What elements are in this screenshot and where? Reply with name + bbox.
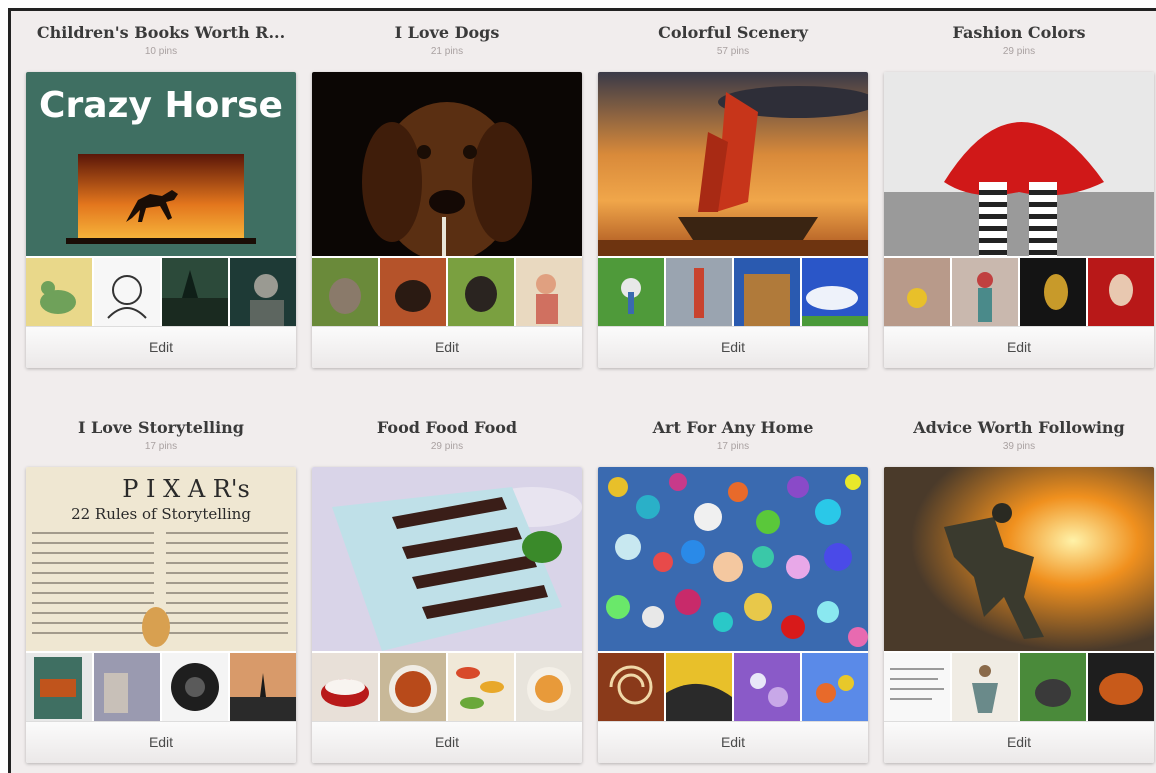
board-title[interactable]: I Love Storytelling: [26, 418, 296, 437]
board-pin-count: 10 pins: [144, 46, 178, 57]
thumbnail-red-hood[interactable]: [1088, 258, 1154, 326]
thumbnail-flower-hands[interactable]: [884, 258, 950, 326]
thumbnail-pasta-dish[interactable]: [516, 653, 582, 721]
board-thumbnails: [26, 258, 296, 326]
board-pin-count: 29 pins: [430, 441, 464, 452]
thumbnail-lighthouse-bridge[interactable]: [666, 258, 732, 326]
edit-button[interactable]: Edit: [26, 326, 296, 368]
board-card[interactable]: Edit: [884, 467, 1154, 763]
board-pin-count: 17 pins: [716, 441, 750, 452]
thumbnail-yoga-pose[interactable]: [952, 653, 1018, 721]
thumbnail-food-platter[interactable]: [1088, 653, 1154, 721]
thumbnail-woman-outdoors[interactable]: [952, 258, 1018, 326]
board-cover-image[interactable]: [598, 467, 868, 651]
board-card[interactable]: Edit: [884, 72, 1154, 368]
boards-page: Children's Books Worth R... 10 pins Craz…: [8, 8, 1156, 773]
board-card[interactable]: Edit: [312, 72, 582, 368]
thumbnail-circular-badge[interactable]: [162, 653, 228, 721]
board-thumbnails: [884, 258, 1154, 326]
cover-title-text: Crazy Horse: [39, 85, 283, 126]
board-thumbnails: [26, 653, 296, 721]
board-pin-count: 29 pins: [1002, 46, 1036, 57]
board-title[interactable]: Children's Books Worth R...: [26, 23, 296, 42]
board-pin-count: 57 pins: [716, 46, 750, 57]
thumbnail-dark-portrait[interactable]: [1020, 258, 1086, 326]
board-thumbnails: [598, 258, 868, 326]
board-pin-count: 17 pins: [144, 441, 178, 452]
board-card[interactable]: Edit: [312, 467, 582, 763]
board-title[interactable]: Art For Any Home: [598, 418, 868, 437]
thumbnail-soup-bowl[interactable]: [380, 653, 446, 721]
thumbnail-forest-scene[interactable]: [162, 258, 228, 326]
board-thumbnails: [312, 653, 582, 721]
thumbnail-red-velvet-dessert[interactable]: [312, 653, 378, 721]
board-cover-image[interactable]: P I X A R's 22 Rules of Storytelling: [26, 467, 296, 651]
board-title[interactable]: Colorful Scenery: [598, 23, 868, 42]
thumbnail-pug-photo[interactable]: [448, 258, 514, 326]
board-cover-image[interactable]: [312, 467, 582, 651]
cover-subtitle-text: 22 Rules of Storytelling: [71, 505, 251, 523]
board-cover-image[interactable]: [884, 72, 1154, 256]
cover-title-text: P I X A R's: [122, 475, 250, 503]
board-thumbnails: [598, 653, 868, 721]
thumbnail-yellow-painting[interactable]: [666, 653, 732, 721]
board-card[interactable]: Edit: [598, 72, 868, 368]
board-card[interactable]: P I X A R's 22 Rules of Storytelling Edi…: [26, 467, 296, 763]
board-thumbnails: [312, 258, 582, 326]
edit-button[interactable]: Edit: [26, 721, 296, 763]
thumbnail-toddler-photo[interactable]: [516, 258, 582, 326]
board-cover-image[interactable]: [884, 467, 1154, 651]
thumbnail-silhouette-sunset[interactable]: [230, 653, 296, 721]
board-title[interactable]: Food Food Food: [312, 418, 582, 437]
thumbnail-building-facade[interactable]: [734, 258, 800, 326]
board-thumbnails: [884, 653, 1154, 721]
thumbnail-interior-photo[interactable]: [94, 653, 160, 721]
board-title[interactable]: Fashion Colors: [884, 23, 1154, 42]
thumbnail-floral-painting[interactable]: [802, 653, 868, 721]
thumbnail-salads-plates[interactable]: [448, 653, 514, 721]
board-pin-count: 21 pins: [430, 46, 464, 57]
board-card[interactable]: Edit: [598, 467, 868, 763]
board-cover-image[interactable]: [312, 72, 582, 256]
edit-button[interactable]: Edit: [598, 721, 868, 763]
thumbnail-green-landscape[interactable]: [598, 258, 664, 326]
edit-button[interactable]: Edit: [884, 326, 1154, 368]
thumbnail-portrait-photo[interactable]: [230, 258, 296, 326]
thumbnail-puppy-photo[interactable]: [380, 258, 446, 326]
board-pin-count: 39 pins: [1002, 441, 1036, 452]
board-card[interactable]: Crazy Horse Edit: [26, 72, 296, 368]
board-title[interactable]: Advice Worth Following: [884, 418, 1154, 437]
thumbnail-purple-painting[interactable]: [734, 653, 800, 721]
board-cover-image[interactable]: Crazy Horse: [26, 72, 296, 256]
board-title[interactable]: I Love Dogs: [312, 23, 582, 42]
thumbnail-sketch-drawing[interactable]: [94, 258, 160, 326]
edit-button[interactable]: Edit: [312, 721, 582, 763]
board-cover-image[interactable]: [598, 72, 868, 256]
thumbnail-dinosaur-book[interactable]: [26, 258, 92, 326]
edit-button[interactable]: Edit: [312, 326, 582, 368]
edit-button[interactable]: Edit: [598, 326, 868, 368]
edit-button[interactable]: Edit: [884, 721, 1154, 763]
thumbnail-animal-photo[interactable]: [1020, 653, 1086, 721]
thumbnail-kitten-photo[interactable]: [312, 258, 378, 326]
thumbnail-text-article[interactable]: [884, 653, 950, 721]
thumbnail-spiral-shell[interactable]: [598, 653, 664, 721]
thumbnail-blue-sky[interactable]: [802, 258, 868, 326]
thumbnail-crazy-horse-book[interactable]: [26, 653, 92, 721]
